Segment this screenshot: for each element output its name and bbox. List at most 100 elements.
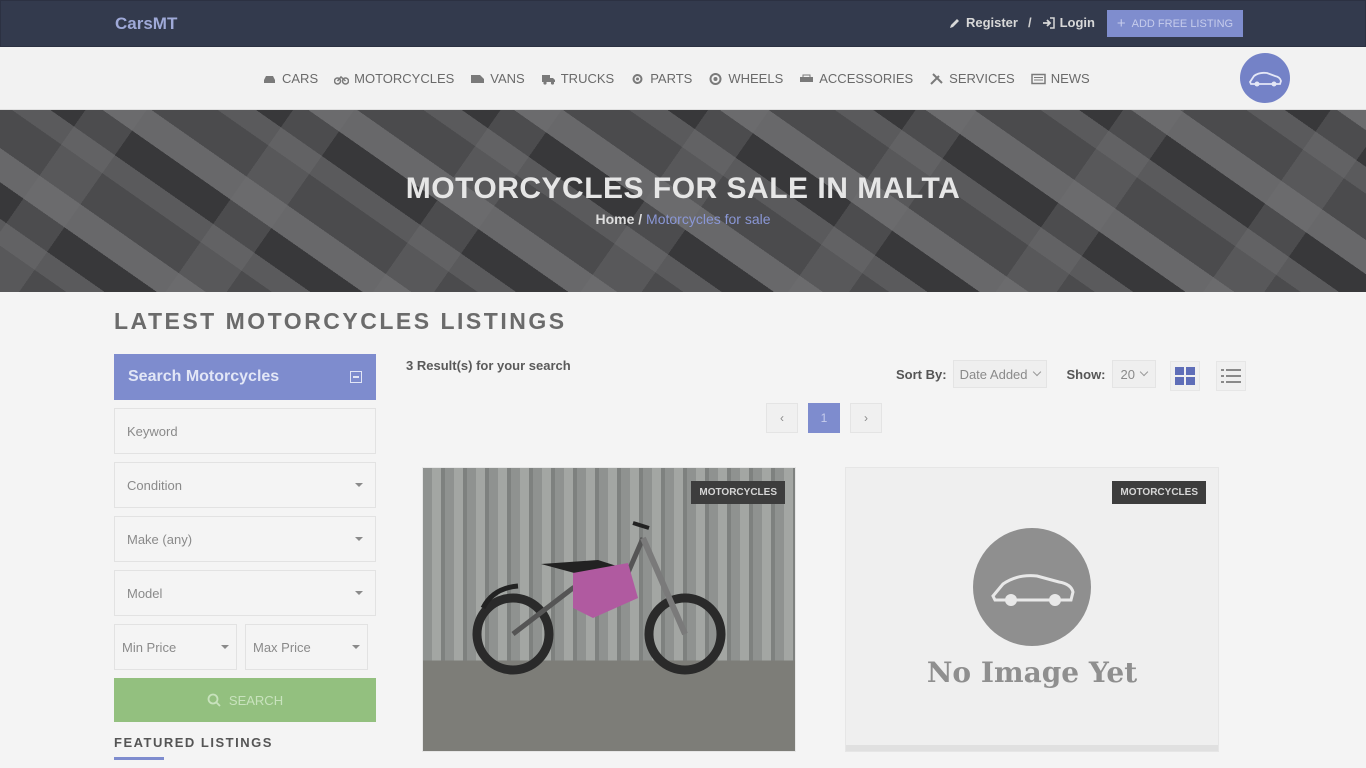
news-icon — [1030, 73, 1046, 84]
nav-item-vans[interactable]: VANS — [470, 71, 525, 86]
page-1-button[interactable]: 1 — [808, 403, 840, 433]
nav-item-motorcycles[interactable]: MOTORCYCLES — [334, 71, 454, 86]
featured-listings-title: FEATURED LISTINGS — [114, 735, 273, 750]
breadcrumb-separator: / — [634, 211, 647, 227]
sort-controls: Sort By: Date Added Show: 20 — [896, 360, 1156, 388]
make-value: Make (any) — [127, 531, 193, 547]
min-price-select[interactable]: Min Price — [114, 624, 237, 670]
main-navigation: CARS MOTORCYCLES VANS TRUCKS PARTS WHEEL… — [0, 47, 1366, 110]
nav-item-label: WHEELS — [728, 71, 784, 86]
nav-item-label: ACCESSORIES — [819, 71, 914, 86]
brand-logo-text[interactable]: CarsMT — [115, 14, 177, 34]
collapse-icon[interactable] — [350, 371, 362, 383]
list-view-button[interactable] — [1216, 361, 1246, 391]
nav-item-parts[interactable]: PARTS — [630, 71, 692, 86]
motorcycle-icon — [334, 75, 350, 85]
truck-icon — [541, 74, 555, 85]
caret-down-icon — [355, 591, 363, 595]
caret-down-icon — [221, 645, 229, 649]
chevron-down-icon — [1139, 367, 1149, 377]
wheel-icon — [709, 72, 722, 85]
list-icon — [1221, 369, 1241, 383]
search-panel-title: Search Motorcycles — [128, 368, 280, 385]
show-label: Show: — [1066, 366, 1106, 382]
motorcycle-photo — [472, 521, 726, 675]
nav-item-label: PARTS — [650, 71, 693, 86]
nav-item-label: CARS — [282, 71, 319, 86]
no-image-text: No Image Yet — [926, 656, 1138, 689]
register-label: Register — [965, 15, 1018, 30]
account-links: Register / Login — [949, 15, 1095, 30]
login-label: Login — [1059, 15, 1095, 30]
make-select[interactable]: Make (any) — [114, 516, 376, 562]
search-panel-header[interactable]: Search Motorcycles — [114, 354, 376, 400]
register-link[interactable]: Register — [949, 15, 1018, 30]
nav-item-label: TRUCKS — [560, 71, 615, 86]
nav-item-label: NEWS — [1050, 71, 1090, 86]
min-price-value: Min Price — [122, 639, 177, 655]
add-free-listing-label: ADD FREE LISTING — [1131, 17, 1234, 30]
car-icon — [264, 75, 275, 83]
max-price-select[interactable]: Max Price — [245, 624, 368, 670]
nav-item-services[interactable]: SERVICES — [929, 71, 1015, 86]
chevron-down-icon — [1032, 367, 1041, 377]
listing-card[interactable]: MOTORCYCLES — [422, 467, 796, 752]
next-page-button[interactable]: › — [850, 403, 882, 433]
caret-down-icon — [352, 645, 360, 649]
listing-photo[interactable] — [423, 468, 795, 751]
account-separator: / — [1027, 15, 1032, 30]
search-button[interactable]: SEARCH — [114, 678, 376, 722]
keyword-input[interactable]: Keyword — [114, 408, 376, 454]
condition-value: Condition — [127, 477, 182, 493]
plus-icon: + — [1116, 15, 1126, 32]
nav-item-news[interactable]: NEWS — [1030, 71, 1090, 86]
pagination: ‹ 1 › — [766, 403, 882, 433]
van-icon — [471, 74, 485, 83]
card-footer-edge — [846, 745, 1218, 751]
sort-value: Date Added — [959, 366, 1028, 382]
nav-item-wheels[interactable]: WHEELS — [708, 71, 783, 86]
accessories-icon — [800, 74, 814, 82]
category-badge: MOTORCYCLES — [691, 481, 785, 504]
sort-select[interactable]: Date Added — [952, 360, 1047, 388]
add-free-listing-button[interactable]: + ADD FREE LISTING — [1107, 10, 1243, 37]
search-icon — [207, 693, 221, 707]
search-sidebar: Search Motorcycles Keyword Condition Mak… — [114, 354, 376, 760]
max-price-value: Max Price — [253, 639, 311, 655]
model-select[interactable]: Model — [114, 570, 376, 616]
nav-item-trucks[interactable]: TRUCKS — [541, 71, 614, 86]
top-bar: CarsMT Register / Login + ADD FREE LISTI… — [0, 0, 1366, 47]
listing-card[interactable]: No Image Yet MOTORCYCLES — [845, 467, 1219, 752]
featured-underline — [114, 757, 164, 760]
section-title: LATEST MOTORCYCLES LISTINGS — [114, 308, 567, 334]
show-select[interactable]: 20 — [1111, 360, 1156, 388]
wrench-icon — [930, 72, 943, 85]
nav-item-label: MOTORCYCLES — [354, 71, 455, 86]
pencil-icon — [949, 18, 959, 28]
site-logo-badge[interactable] — [1240, 53, 1290, 103]
search-button-label: SEARCH — [228, 692, 284, 708]
grid-view-button[interactable] — [1170, 361, 1200, 391]
nav-item-label: SERVICES — [949, 71, 1015, 86]
caret-down-icon — [355, 537, 363, 541]
prev-page-button[interactable]: ‹ — [766, 403, 798, 433]
sign-in-icon — [1042, 16, 1055, 29]
show-value: 20 — [1120, 366, 1135, 382]
login-link[interactable]: Login — [1042, 15, 1095, 30]
category-badge: MOTORCYCLES — [1112, 481, 1206, 504]
parts-icon — [632, 73, 643, 84]
condition-select[interactable]: Condition — [114, 462, 376, 508]
breadcrumb-home[interactable]: Home — [595, 211, 634, 227]
nav-item-cars[interactable]: CARS — [262, 71, 318, 86]
breadcrumb: Home / Motorcycles for sale — [0, 211, 1366, 227]
price-range: Min Price Max Price — [114, 616, 376, 670]
sort-label: Sort By: — [896, 366, 947, 382]
hero-banner: MOTORCYCLES FOR SALE IN MALTA Home / Mot… — [0, 110, 1366, 292]
nav-item-accessories[interactable]: ACCESSORIES — [799, 71, 913, 86]
keyword-placeholder: Keyword — [127, 423, 178, 439]
car-logo-icon — [1248, 71, 1282, 87]
no-image-placeholder[interactable]: No Image Yet — [846, 468, 1218, 751]
grid-icon — [1175, 367, 1195, 385]
breadcrumb-current: Motorcycles for sale — [646, 211, 771, 227]
nav-menu: CARS MOTORCYCLES VANS TRUCKS PARTS WHEEL… — [262, 71, 1090, 86]
